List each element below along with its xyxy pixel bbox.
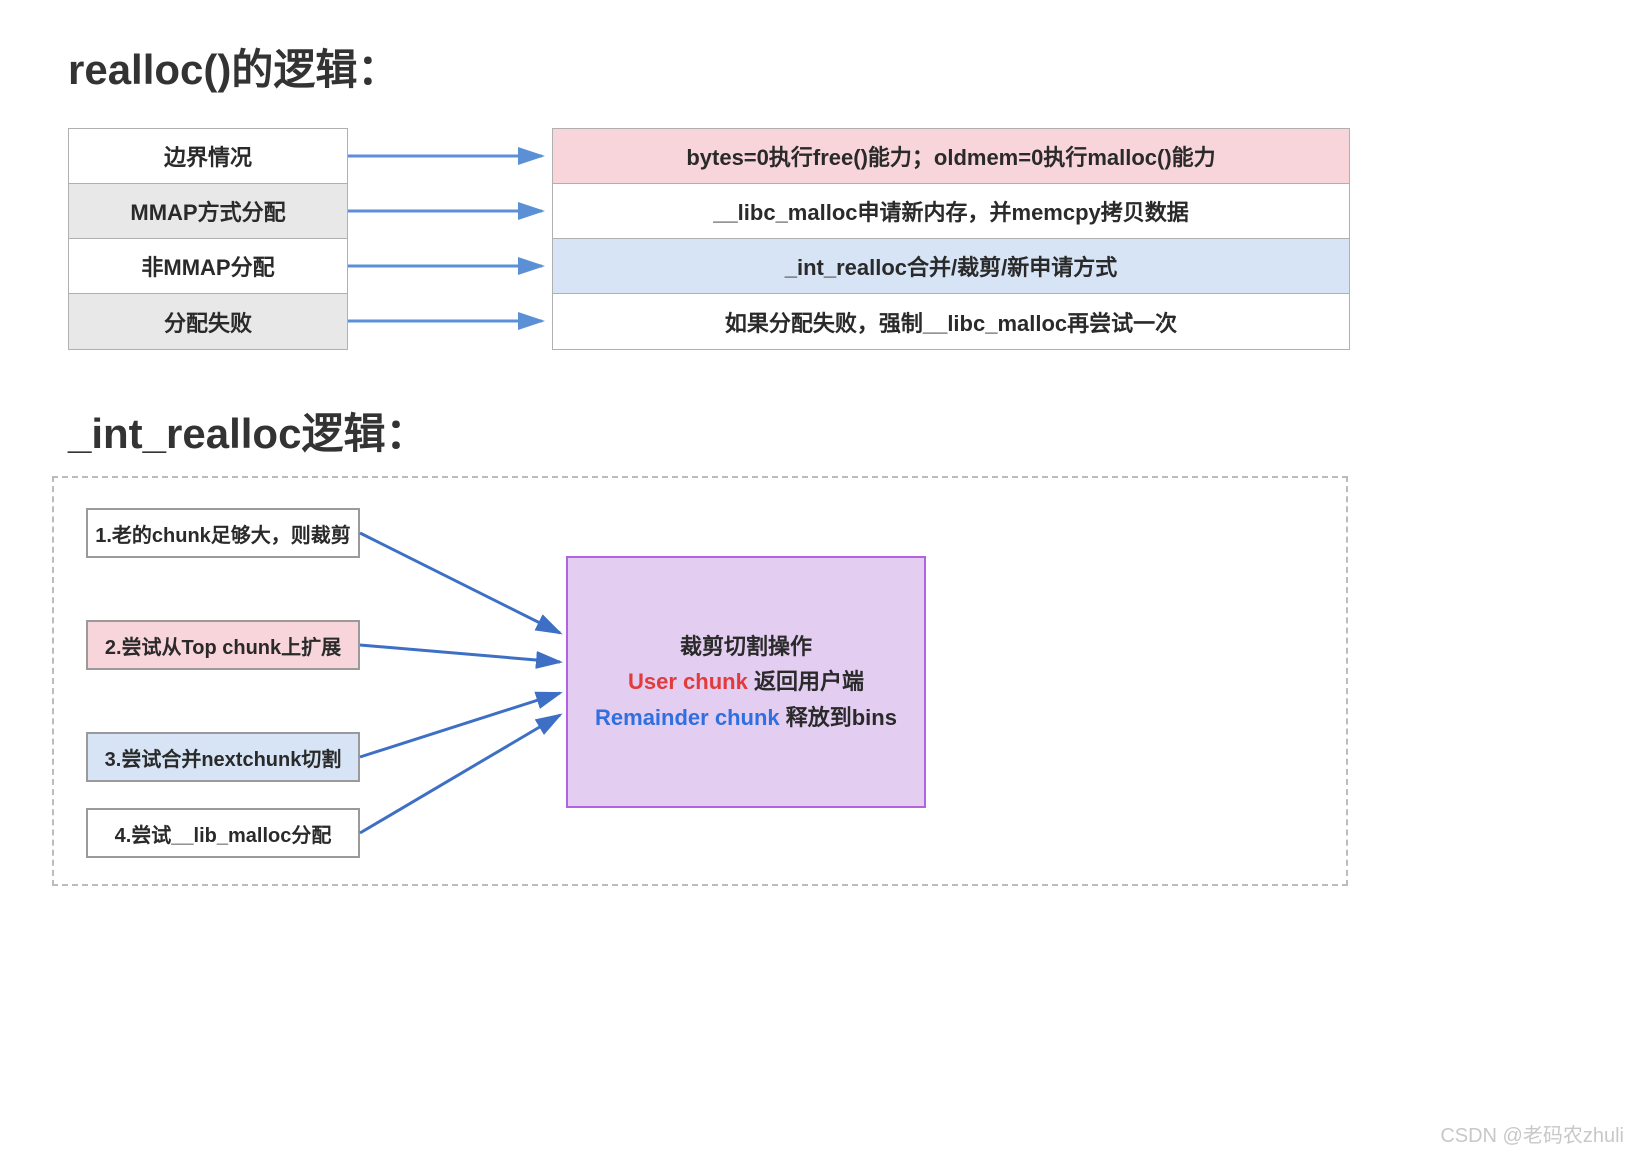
step-3: 3.尝试合并nextchunk切割 bbox=[86, 732, 360, 782]
top-right-row-1: __libc_malloc申请新内存，并memcpy拷贝数据 bbox=[553, 184, 1349, 239]
purple-remainder-chunk: Remainder chunk bbox=[595, 705, 780, 730]
top-right-row-0: bytes=0执行free()能力；oldmem=0执行malloc()能力 bbox=[553, 129, 1349, 184]
purple-line-1: 裁剪切割操作 bbox=[680, 629, 812, 664]
purple-line-2: User chunk 返回用户端 bbox=[628, 664, 864, 699]
title-int-realloc: _int_realloc逻辑： bbox=[68, 400, 427, 461]
top-right-table: bytes=0执行free()能力；oldmem=0执行malloc()能力 _… bbox=[552, 128, 1350, 350]
title-realloc: realloc()的逻辑： bbox=[68, 36, 399, 97]
top-left-row-3: 分配失败 bbox=[69, 294, 347, 349]
purple-box: 裁剪切割操作 User chunk 返回用户端 Remainder chunk … bbox=[566, 556, 926, 808]
step-2: 2.尝试从Top chunk上扩展 bbox=[86, 620, 360, 670]
arrow-top-0 bbox=[348, 148, 552, 168]
purple-user-chunk: User chunk bbox=[628, 669, 748, 694]
watermark: CSDN @老码农zhuli bbox=[1440, 1119, 1624, 1148]
arrow-top-3 bbox=[348, 313, 552, 333]
arrow-top-2 bbox=[348, 258, 552, 278]
top-left-row-2: 非MMAP分配 bbox=[69, 239, 347, 294]
top-right-row-2: _int_realloc合并/裁剪/新申请方式 bbox=[553, 239, 1349, 294]
step-4: 4.尝试__lib_malloc分配 bbox=[86, 808, 360, 858]
top-right-row-3: 如果分配失败，强制__libc_malloc再尝试一次 bbox=[553, 294, 1349, 349]
top-left-row-1: MMAP方式分配 bbox=[69, 184, 347, 239]
top-left-table: 边界情况 MMAP方式分配 非MMAP分配 分配失败 bbox=[68, 128, 348, 350]
purple-line2-rest: 返回用户端 bbox=[748, 669, 864, 694]
top-left-row-0: 边界情况 bbox=[69, 129, 347, 184]
purple-line-3: Remainder chunk 释放到bins bbox=[595, 700, 897, 735]
arrow-top-1 bbox=[348, 203, 552, 223]
step-1: 1.老的chunk足够大，则裁剪 bbox=[86, 508, 360, 558]
purple-line3-rest: 释放到bins bbox=[780, 705, 897, 730]
